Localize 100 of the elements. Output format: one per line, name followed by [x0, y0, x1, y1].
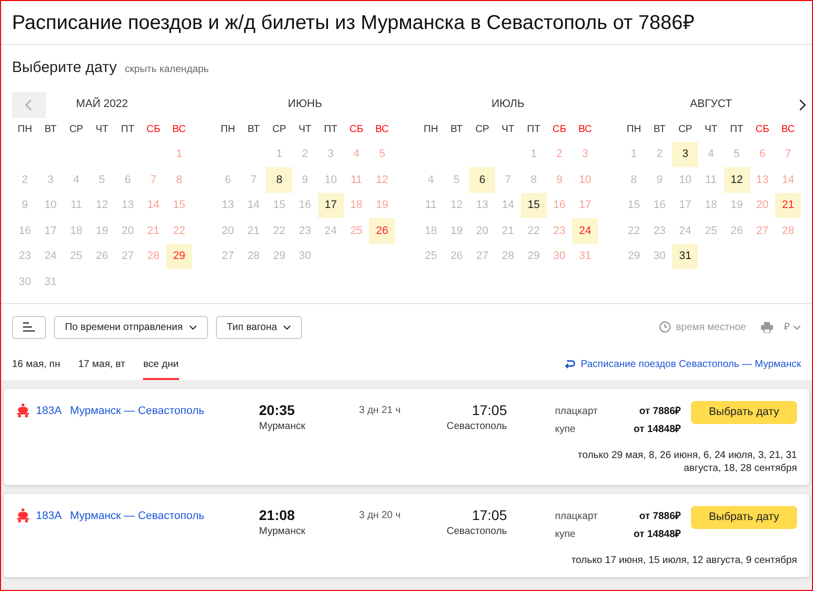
calendar-day[interactable]: 4	[698, 142, 724, 167]
calendar-day[interactable]: 10	[572, 167, 598, 192]
calendar-day[interactable]: 30	[546, 244, 572, 269]
calendar-day[interactable]: 25	[344, 218, 370, 244]
calendar-day[interactable]: 27	[750, 218, 776, 244]
calendar-day[interactable]: 16	[646, 192, 672, 218]
calendar-day[interactable]: 12	[369, 167, 395, 192]
reverse-route-link[interactable]: Расписание поездов Севастополь — Мурманск	[564, 356, 801, 380]
calendar-day[interactable]: 2	[12, 167, 38, 192]
calendar-day[interactable]: 21	[775, 192, 801, 218]
calendar-day[interactable]: 7	[775, 142, 801, 167]
calendar-day[interactable]: 26	[444, 244, 470, 269]
calendar-day[interactable]: 11	[698, 167, 724, 192]
currency-dropdown[interactable]: ₽	[784, 320, 801, 334]
calendar-day[interactable]: 14	[240, 192, 266, 218]
calendar-day[interactable]: 24	[572, 218, 598, 244]
calendar-day[interactable]: 15	[166, 192, 192, 218]
calendar-day[interactable]: 22	[520, 218, 547, 244]
calendar-day[interactable]: 11	[418, 192, 444, 218]
calendar-day[interactable]: 22	[266, 218, 292, 244]
calendar-day[interactable]: 6	[750, 142, 776, 167]
calendar-day[interactable]: 29	[266, 244, 292, 269]
calendar-day[interactable]: 20	[469, 218, 496, 244]
calendar-day[interactable]: 3	[672, 142, 698, 167]
calendar-day[interactable]: 20	[215, 218, 241, 244]
calendar-day[interactable]: 14	[775, 167, 801, 192]
calendar-day[interactable]: 23	[546, 218, 572, 244]
calendar-day[interactable]: 27	[215, 244, 241, 269]
sort-order-button[interactable]	[12, 316, 46, 338]
filter-dropdown[interactable]: Тип вагона	[216, 316, 302, 338]
route-link[interactable]: Мурманск — Севастополь	[70, 402, 259, 419]
calendar-day[interactable]: 26	[369, 218, 395, 244]
calendar-day[interactable]: 28	[140, 244, 166, 269]
calendar-day[interactable]: 11	[344, 167, 370, 192]
calendar-day[interactable]: 10	[38, 192, 64, 218]
calendar-day[interactable]: 22	[621, 218, 647, 244]
calendar-day[interactable]: 8	[520, 167, 547, 192]
calendar-day[interactable]: 28	[495, 244, 521, 269]
calendar-day[interactable]: 18	[418, 218, 444, 244]
calendar-day[interactable]: 15	[266, 192, 292, 218]
calendar-day[interactable]: 13	[114, 192, 141, 218]
calendar-day[interactable]: 17	[318, 192, 344, 218]
calendar-day[interactable]: 1	[520, 142, 547, 167]
train-number-link[interactable]: 183А	[36, 508, 70, 524]
calendar-day[interactable]: 29	[621, 244, 647, 269]
calendar-day[interactable]: 18	[698, 192, 724, 218]
calendar-day[interactable]: 2	[546, 142, 572, 167]
calendar-day[interactable]: 23	[646, 218, 672, 244]
calendar-day[interactable]: 30	[646, 244, 672, 269]
calendar-day[interactable]: 17	[572, 192, 598, 218]
calendar-day[interactable]: 9	[646, 167, 672, 192]
calendar-day[interactable]: 6	[114, 167, 141, 192]
calendar-day[interactable]: 29	[520, 244, 547, 269]
calendar-day[interactable]: 1	[166, 142, 192, 167]
calendar-day[interactable]: 16	[12, 218, 38, 244]
calendar-day[interactable]: 4	[63, 167, 90, 192]
calendar-day[interactable]: 28	[240, 244, 266, 269]
calendar-day[interactable]: 14	[495, 192, 521, 218]
calendar-day[interactable]: 31	[38, 269, 64, 294]
calendar-day[interactable]: 22	[166, 218, 192, 244]
calendar-day[interactable]: 10	[318, 167, 344, 192]
calendar-day[interactable]: 30	[292, 244, 318, 269]
calendar-day[interactable]: 17	[38, 218, 64, 244]
calendar-day[interactable]: 19	[724, 192, 750, 218]
calendar-day[interactable]: 3	[572, 142, 598, 167]
calendar-day[interactable]: 31	[572, 244, 598, 269]
filter-dropdown[interactable]: По времени отправления	[54, 316, 208, 338]
date-tab[interactable]: 16 мая, пн	[12, 356, 60, 380]
calendar-day[interactable]: 21	[240, 218, 266, 244]
calendar-day[interactable]: 8	[266, 167, 292, 192]
choose-date-button[interactable]: Выбрать дату	[691, 400, 797, 424]
calendar-day[interactable]: 25	[63, 244, 90, 269]
calendar-day[interactable]: 7	[140, 167, 166, 192]
calendar-day[interactable]: 31	[672, 244, 698, 269]
calendar-day[interactable]: 20	[114, 218, 141, 244]
calendar-day[interactable]: 9	[292, 167, 318, 192]
calendar-day[interactable]: 10	[672, 167, 698, 192]
calendar-day[interactable]: 24	[38, 244, 64, 269]
calendar-day[interactable]: 25	[698, 218, 724, 244]
calendar-day[interactable]: 26	[89, 244, 115, 269]
calendar-day[interactable]: 19	[89, 218, 115, 244]
calendar-day[interactable]: 2	[646, 142, 672, 167]
calendar-day[interactable]: 19	[444, 218, 470, 244]
calendar-day[interactable]: 16	[292, 192, 318, 218]
calendar-day[interactable]: 8	[621, 167, 647, 192]
calendar-day[interactable]: 21	[495, 218, 521, 244]
calendar-day[interactable]: 9	[12, 192, 38, 218]
calendar-day[interactable]: 1	[621, 142, 647, 167]
calendar-day[interactable]: 18	[63, 218, 90, 244]
calendar-day[interactable]: 5	[369, 142, 395, 167]
calendar-day[interactable]: 13	[469, 192, 496, 218]
calendar-day[interactable]: 5	[444, 167, 470, 192]
calendar-day[interactable]: 25	[418, 244, 444, 269]
calendar-day[interactable]: 6	[215, 167, 241, 192]
calendar-day[interactable]: 2	[292, 142, 318, 167]
calendar-day[interactable]: 20	[750, 192, 776, 218]
calendar-day[interactable]: 29	[166, 244, 192, 269]
calendar-day[interactable]: 14	[140, 192, 166, 218]
calendar-day[interactable]: 23	[12, 244, 38, 269]
calendar-day[interactable]: 19	[369, 192, 395, 218]
